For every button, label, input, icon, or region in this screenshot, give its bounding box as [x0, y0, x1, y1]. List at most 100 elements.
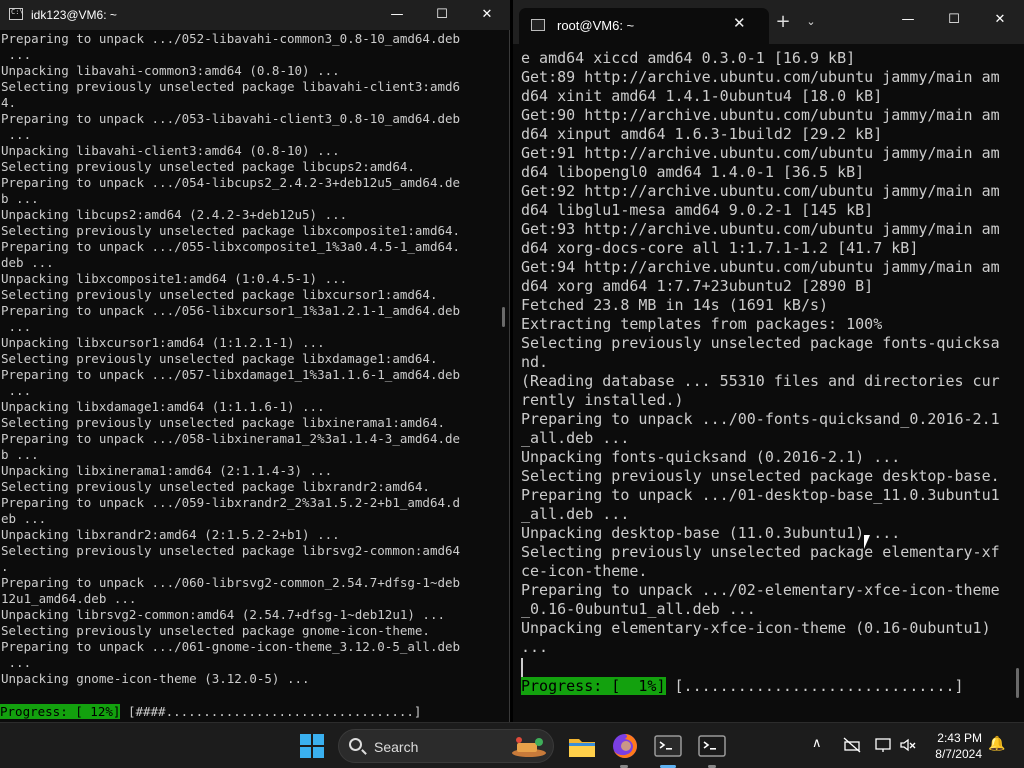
start-logo-tile: [313, 734, 324, 745]
right-progress-label: Progress: [ 1%]: [521, 677, 666, 695]
left-terminal-window[interactable]: C:\ idk123@VM6: ~ — ☐ ✕ Preparing to unp…: [0, 0, 510, 722]
terminal-line: Preparing to unpack .../059-libxrandr2_2…: [1, 495, 461, 510]
left-scrollbar-thumb[interactable]: [502, 307, 505, 327]
terminal-line: d64 libopengl0 amd64 1.4.0-1 [36.5 kB]: [521, 163, 865, 181]
text-cursor: [521, 658, 523, 677]
terminal-line: Unpacking librsvg2-common:amd64 (2.54.7+…: [1, 607, 446, 622]
terminal-line: Selecting previously unselected package …: [1, 415, 446, 430]
terminal-line: Preparing to unpack .../057-libxdamage1_…: [1, 367, 461, 382]
terminal-line: ...: [1, 383, 32, 398]
terminal-line: Unpacking libxinerama1:amd64 (2:1.1.4-3)…: [1, 463, 333, 478]
minimize-button-right[interactable]: —: [885, 0, 931, 44]
console-app-icon: C:\: [9, 8, 24, 20]
terminal-line: Get:91 http://archive.ubuntu.com/ubuntu …: [521, 144, 1000, 162]
terminal-line: Unpacking libavahi-client3:amd64 (0.8-10…: [1, 143, 340, 158]
terminal-line: Preparing to unpack .../055-libxcomposit…: [1, 239, 461, 254]
terminal-line: Selecting previously unselected package …: [521, 334, 1000, 352]
terminal-line: Unpacking libxcomposite1:amd64 (1:0.4.5-…: [1, 271, 348, 286]
new-tab-button[interactable]: +: [773, 12, 793, 32]
taskbar: Search ∧ 2:43 PM 8/7/2024 🔔: [0, 722, 1024, 768]
terminal-line: Fetched 23.8 MB in 14s (1691 kB/s): [521, 296, 829, 314]
terminal-line: .: [1, 559, 9, 574]
search-label: Search: [374, 739, 419, 755]
clock-date: 8/7/2024: [935, 747, 982, 761]
close-button-right[interactable]: ✕: [977, 0, 1023, 44]
terminal-line: ce-icon-theme.: [521, 562, 648, 580]
terminal-line: deb ...: [1, 255, 54, 270]
terminal-line: ...: [1, 47, 32, 62]
terminal-line: Selecting previously unselected package …: [521, 543, 1000, 561]
terminal-line: Preparing to unpack .../053-libavahi-cli…: [1, 111, 461, 126]
tab-close-icon[interactable]: ✕: [733, 14, 746, 32]
terminal-icon[interactable]: [652, 730, 684, 762]
right-terminal-output[interactable]: e amd64 xiccd amd64 0.3.0-1 [16.9 kB] Get…: [521, 49, 1017, 669]
terminal-2-icon[interactable]: [696, 730, 728, 762]
terminal-line: ...: [521, 638, 549, 656]
terminal-line: Selecting previously unselected package …: [1, 159, 415, 174]
taskbar-search[interactable]: Search: [338, 729, 554, 763]
terminal-line: Unpacking libcups2:amd64 (2.4.2-3+deb12u…: [1, 207, 348, 222]
left-window-titlebar[interactable]: C:\ idk123@VM6: ~ — ☐ ✕: [0, 0, 510, 30]
mouse-pointer-icon: [864, 535, 870, 549]
network-disconnected-icon[interactable]: [843, 737, 861, 753]
right-scrollbar-thumb[interactable]: [1016, 668, 1019, 698]
terminal-line: Preparing to unpack .../01-desktop-base_…: [521, 486, 1000, 504]
terminal-line: d64 xinput amd64 1.6.3-1build2 [29.2 kB]: [521, 125, 883, 143]
start-logo-tile: [300, 747, 311, 758]
terminal-tab-icon: [531, 19, 545, 31]
clock-time: 2:43 PM: [937, 731, 982, 745]
terminal-line: Selecting previously unselected package …: [1, 479, 430, 494]
terminal-line: Unpacking libxdamage1:amd64 (1:1.1.6-1) …: [1, 399, 325, 414]
maximize-button-right[interactable]: ☐: [931, 0, 977, 44]
left-progress-bar: [####.................................]: [120, 704, 422, 719]
terminal-line: ...: [1, 319, 32, 334]
terminal-line: Unpacking gnome-icon-theme (3.12.0-5) ..…: [1, 671, 310, 686]
close-button[interactable]: ✕: [464, 0, 510, 30]
terminal-line: d64 xorg amd64 1:7.7+23ubuntu2 [2890 B]: [521, 277, 874, 295]
right-progress-line: Progress: [ 1%] [.......................…: [521, 677, 964, 696]
start-button[interactable]: [300, 734, 324, 758]
left-progress-line: Progress: [ 12%] [####..................…: [0, 704, 421, 720]
terminal-line: Unpacking libavahi-common3:amd64 (0.8-10…: [1, 63, 340, 78]
terminal-line: Preparing to unpack .../056-libxcursor1_…: [1, 303, 461, 318]
terminal-line: Preparing to unpack .../02-elementary-xf…: [521, 581, 1000, 599]
terminal-line: Get:94 http://archive.ubuntu.com/ubuntu …: [521, 258, 1000, 276]
tray-overflow-chevron-icon[interactable]: ∧: [812, 736, 822, 751]
start-logo-tile: [313, 747, 324, 758]
terminal-line: Selecting previously unselected package …: [1, 79, 461, 94]
notification-bell-icon[interactable]: 🔔: [988, 736, 1005, 752]
file-explorer-icon[interactable]: [566, 730, 598, 762]
display-icon[interactable]: [874, 737, 892, 753]
right-window-titlebar[interactable]: root@VM6: ~ ✕ + ⌄ — ☐ ✕: [513, 0, 1024, 44]
terminal-line: d64 libglu1-mesa amd64 9.0.2-1 [145 kB]: [521, 201, 874, 219]
terminal-line: eb ...: [1, 511, 47, 526]
tab-dropdown-button[interactable]: ⌄: [801, 12, 821, 32]
right-progress-bar: [..............................]: [665, 677, 964, 695]
terminal-line: Get:90 http://archive.ubuntu.com/ubuntu …: [521, 106, 1000, 124]
maximize-button[interactable]: ☐: [419, 0, 465, 30]
terminal-line: Unpacking fonts-quicksand (0.2016-2.1) .…: [521, 448, 901, 466]
firefox-icon[interactable]: [609, 730, 641, 762]
clock[interactable]: 2:43 PM 8/7/2024: [930, 730, 982, 762]
terminal-line: rently installed.): [521, 391, 684, 409]
terminal-line: d64 xinit amd64 1.4.1-0ubuntu4 [18.0 kB]: [521, 87, 883, 105]
terminal-line: Get:92 http://archive.ubuntu.com/ubuntu …: [521, 182, 1000, 200]
terminal-line: _0.16-0ubuntu1_all.deb ...: [521, 600, 756, 618]
volume-muted-icon[interactable]: [899, 737, 917, 753]
terminal-line: (Reading database ... 55310 files and di…: [521, 372, 1000, 390]
terminal-line: Unpacking libxrandr2:amd64 (2:1.5.2-2+b1…: [1, 527, 340, 542]
terminal-line: Preparing to unpack .../052-libavahi-com…: [1, 31, 461, 46]
terminal-line: Selecting previously unselected package …: [1, 623, 430, 638]
right-terminal-window[interactable]: root@VM6: ~ ✕ + ⌄ — ☐ ✕ e amd64 xiccd am…: [513, 0, 1024, 722]
minimize-button[interactable]: —: [374, 0, 420, 30]
terminal-line: Preparing to unpack .../00-fonts-quicksa…: [521, 410, 1000, 428]
terminal-line: Selecting previously unselected package …: [521, 467, 1000, 485]
terminal-line: d64 xorg-docs-core all 1:1.7.1-1.2 [41.7…: [521, 239, 919, 257]
terminal-line: Selecting previously unselected package …: [1, 351, 438, 366]
terminal-line: Preparing to unpack .../054-libcups2_2.4…: [1, 175, 461, 190]
tab-root-vm6[interactable]: root@VM6: ~ ✕: [519, 8, 769, 44]
terminal-line: Extracting templates from packages: 100%: [521, 315, 883, 333]
left-terminal-output[interactable]: Preparing to unpack .../052-libavahi-com…: [0, 31, 500, 721]
start-logo-tile: [300, 734, 311, 745]
left-progress-label: Progress: [ 12%]: [0, 704, 121, 719]
